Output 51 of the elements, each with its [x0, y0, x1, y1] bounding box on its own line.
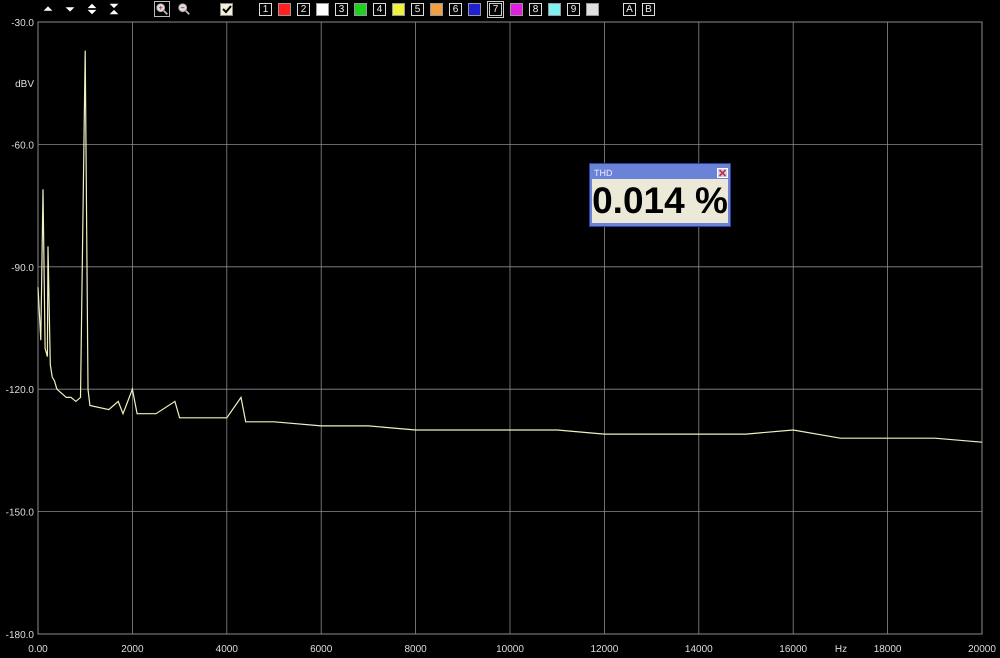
y-axis-label: -90.0 [11, 262, 34, 274]
y-axis-label: -120.0 [6, 385, 34, 396]
channel-color-swatch[interactable] [354, 2, 367, 16]
marker-button[interactable]: B [642, 2, 655, 16]
window-title: THD [593, 166, 612, 178]
y-axis-label: -30.0 [11, 18, 34, 29]
channel-color-swatch[interactable] [430, 2, 443, 16]
check-icon [222, 4, 232, 14]
x-axis-label: 2000 [121, 644, 144, 655]
zoom-out-button[interactable] [176, 1, 192, 17]
thd-value: 0.014 % [592, 179, 728, 223]
x-axis-label: 18000 [874, 644, 902, 655]
zoom-in-icon [155, 2, 169, 16]
zoom-out-icon [177, 2, 191, 16]
x-axis-title: Hz [834, 644, 848, 655]
channel-color-swatch[interactable] [278, 2, 291, 16]
shrink-arrows-icon [107, 2, 121, 16]
expand-arrows-icon [85, 2, 99, 16]
x-axis-label: 4000 [216, 644, 238, 655]
zoom-in-button[interactable] [154, 1, 170, 17]
channel-button[interactable]: 4 [373, 2, 386, 16]
y-axis-label: -150.0 [6, 508, 34, 519]
marker-button[interactable]: A [623, 2, 636, 16]
channel-color-swatch[interactable] [548, 2, 561, 16]
y-axis-title: dBV [15, 79, 34, 90]
channel-color-swatch[interactable] [392, 2, 405, 16]
channel-button[interactable]: 5 [411, 2, 424, 16]
close-icon [718, 168, 727, 176]
channel-button[interactable]: 3 [335, 2, 348, 16]
channel-button[interactable]: 6 [449, 2, 462, 16]
channel-color-swatch[interactable] [586, 2, 599, 16]
channel-color-swatch[interactable] [510, 2, 523, 16]
channel-button[interactable]: 8 [529, 2, 542, 16]
x-axis-label: 16000 [779, 644, 808, 655]
y-axis-label: -60.0 [11, 140, 34, 152]
channel-button[interactable]: 9 [567, 2, 580, 16]
channel-button[interactable]: 1 [259, 2, 272, 16]
channel-button[interactable]: 7 [487, 0, 504, 18]
close-button[interactable] [717, 168, 728, 178]
x-axis-label: 14000 [684, 644, 713, 655]
channel-button[interactable]: 2 [297, 2, 310, 16]
channel-color-swatch[interactable] [468, 2, 481, 16]
y-axis-label: -180.0 [6, 630, 34, 641]
x-axis-label: 10000 [496, 644, 524, 655]
x-axis-label: 20000 [968, 644, 996, 655]
x-axis-label: 12000 [590, 644, 618, 655]
x-axis-label: 8000 [404, 644, 427, 655]
x-axis-label: 0.00 [28, 644, 48, 655]
channel-color-swatch[interactable] [316, 2, 329, 16]
checkbox[interactable] [220, 2, 233, 16]
x-axis-label: 6000 [310, 644, 332, 655]
